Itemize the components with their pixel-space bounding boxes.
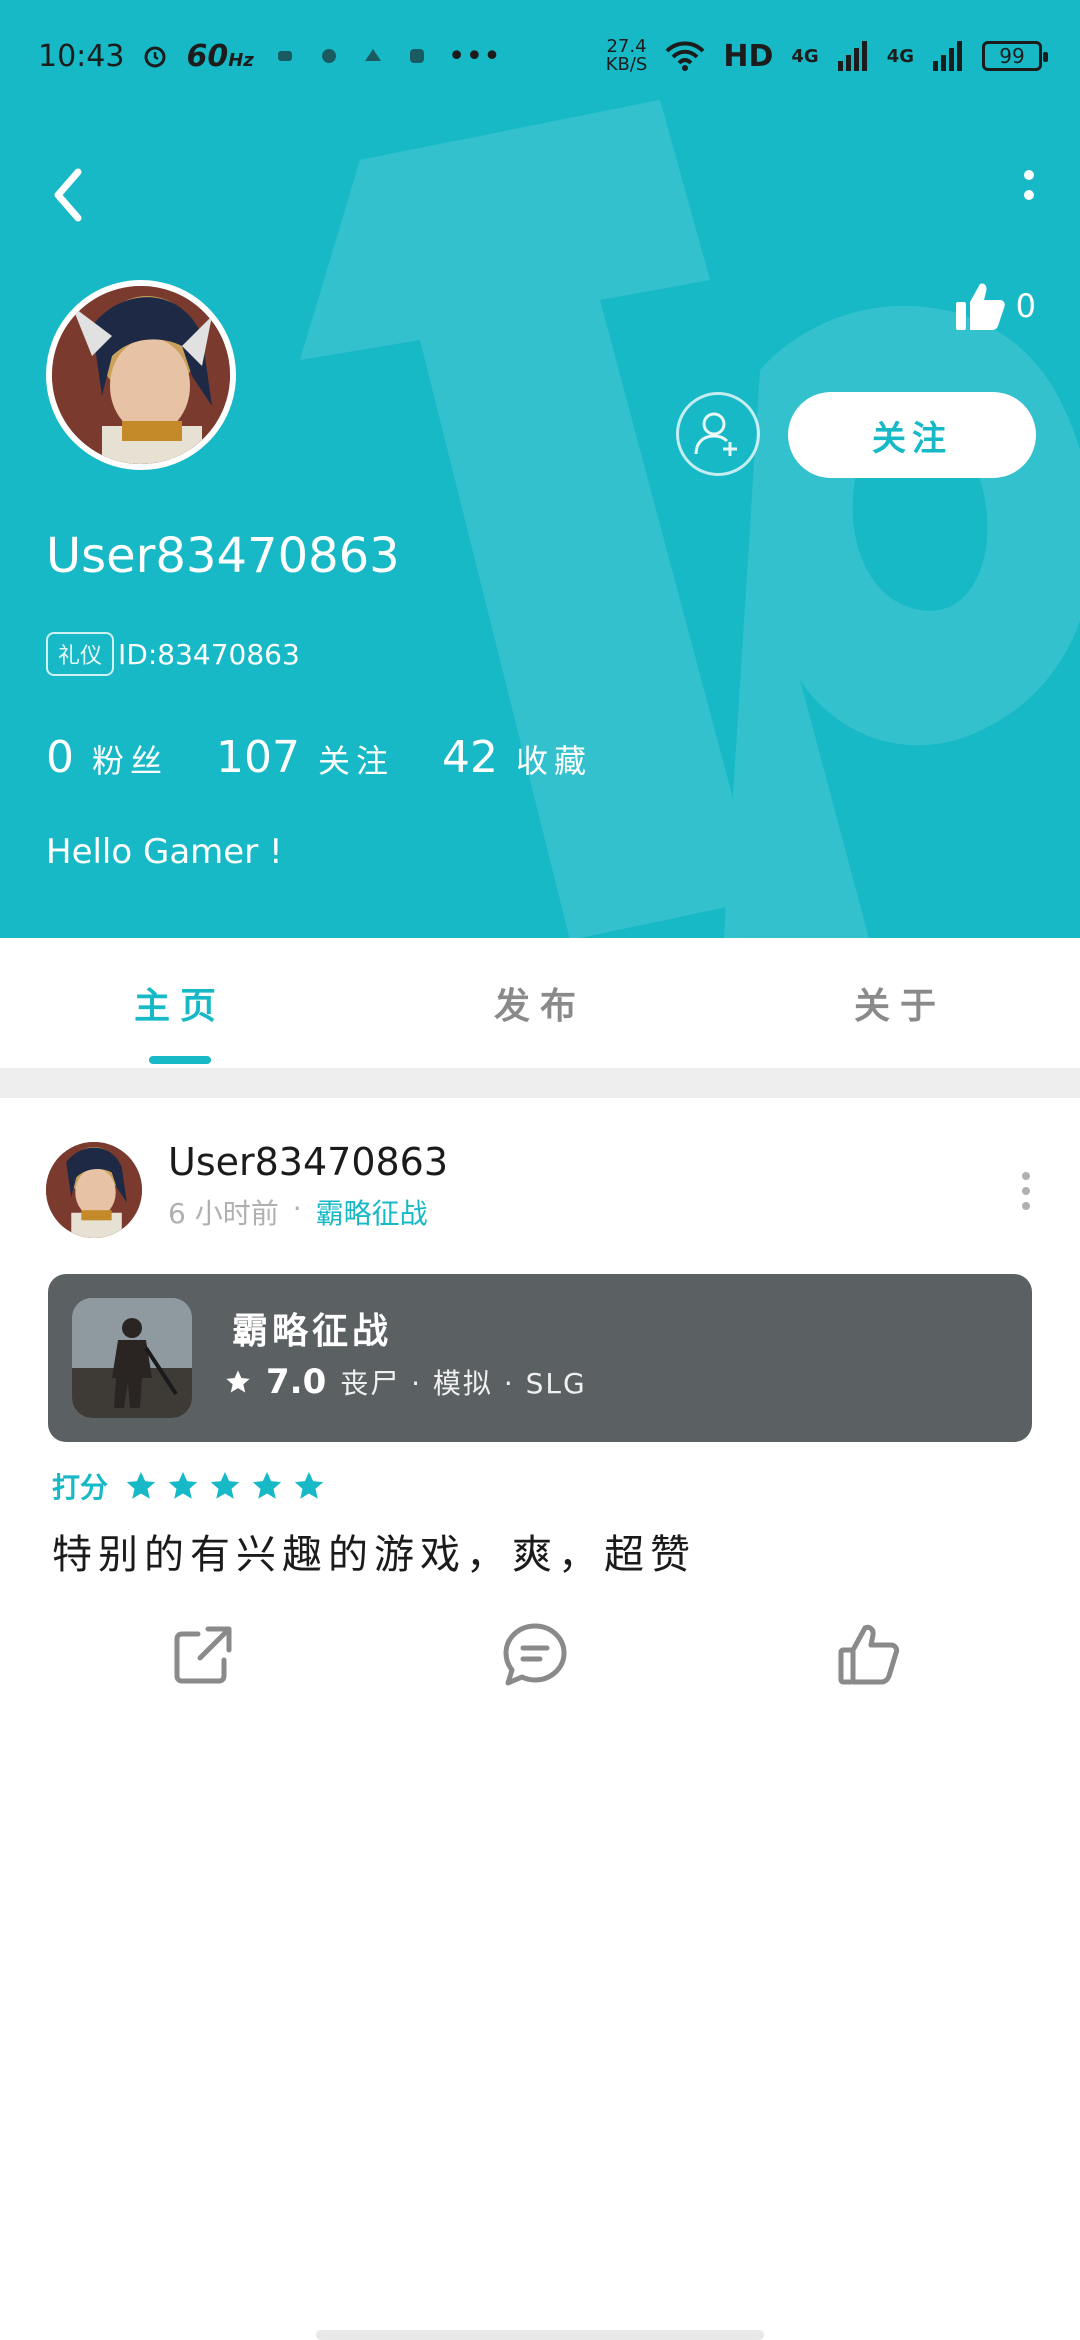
add-friend-button[interactable] [676,392,760,476]
game-score: 7.0 [266,1362,327,1402]
game-card[interactable]: 霸略征战 7.0 丧尸 · 模拟 · SLG [48,1274,1032,1442]
alarm-icon [144,46,166,68]
game-icon-image [72,1298,192,1418]
network-type: 4G [886,45,914,67]
game-info: 7.0 丧尸 · 模拟 · SLG [224,1362,587,1402]
stat-favorites[interactable]: 42 收藏 [442,732,592,783]
refresh-rate: 60 [186,38,229,74]
avatar[interactable] [46,1142,142,1238]
star-icon [168,1471,198,1499]
rating-stars [124,1469,326,1503]
status-time: 10:43 [38,38,125,74]
like-icon[interactable] [834,1620,904,1690]
like-count: 0 [1015,287,1036,325]
app-notification-icon [409,49,424,63]
star-icon [126,1471,156,1499]
more-vertical-icon[interactable] [1016,1166,1036,1216]
stat-label: 关注 [318,742,395,780]
profile-id-row: 礼仪 ID:83470863 [46,632,300,676]
post-game-link[interactable]: 霸略征战 [316,1192,428,1232]
user-id: ID:83470863 [118,637,300,671]
signal-icon [837,41,867,71]
avatar[interactable] [46,280,236,470]
profile-username: User83470863 [46,528,400,584]
stat-number: 42 [442,732,499,783]
meta-separator: · [292,1192,302,1225]
star-icon [294,1471,324,1499]
avatar-image [52,286,230,464]
add-user-icon [694,412,737,456]
stat-followers[interactable]: 0 粉丝 [46,732,168,783]
post-time: 6 小时前 [168,1197,279,1230]
post-actions [0,1620,1080,1700]
back-arrow-icon[interactable] [44,160,94,230]
network-speed: 27.4 KB/S [605,36,648,75]
status-bar: 10:43 60Hz ••• 27.4 KB/S HD 4G 4G 99 [38,28,1048,84]
stat-number: 0 [46,732,74,783]
stat-following[interactable]: 107 关注 [216,732,394,783]
wifi-icon [665,41,705,71]
app-notification-icon [364,49,381,61]
hd-indicator: HD [723,38,774,74]
signal-icon [933,41,962,71]
game-tags: 丧尸 · 模拟 · SLG [340,1367,587,1400]
app-notification-icon [277,51,292,61]
refresh-unit: Hz [228,49,254,71]
section-divider [0,1068,1080,1098]
profile-likes[interactable]: 0 [954,280,1036,332]
post-meta: 6 小时前 · 霸略征战 [168,1192,428,1232]
rating-label: 打分 [52,1471,109,1504]
more-vertical-icon[interactable] [1014,165,1044,225]
review-text: 特别的有兴趣的游戏，爽，超赞 [52,1532,696,1578]
tab-home[interactable]: 主页 [0,938,360,1068]
game-icon [72,1298,192,1418]
star-icon [226,1370,250,1393]
follow-button[interactable]: 关注 [788,392,1036,478]
stat-label: 收藏 [516,742,593,780]
post-username[interactable]: User83470863 [168,1140,448,1184]
tab-posts[interactable]: 发布 [360,938,720,1068]
watermark-logo [300,100,1080,938]
tab-about[interactable]: 关于 [720,938,1080,1068]
more-notifications: ••• [447,38,501,74]
profile-tabs: 主页 发布 关于 [0,938,1080,1068]
star-icon [210,1471,240,1499]
star-icon [252,1471,282,1499]
comment-icon[interactable] [500,1620,570,1690]
home-indicator [316,2330,764,2340]
avatar-image [46,1142,142,1238]
battery-icon: 99 [982,41,1048,71]
user-badge: 礼仪 [46,632,115,676]
app-notification-icon [321,49,336,63]
rating-row: 打分 [52,1466,326,1506]
thumbs-up-icon [955,283,1005,330]
share-icon[interactable] [168,1620,238,1690]
profile-bio: Hello Gamer ! [46,832,283,872]
stat-label: 粉丝 [92,742,169,780]
profile-header: 10:43 60Hz ••• 27.4 KB/S HD 4G 4G 99 0 关… [0,0,1080,938]
post-header: User83470863 6 小时前 · 霸略征战 [46,1140,1036,1238]
stat-number: 107 [216,732,300,783]
profile-stats: 0 粉丝 107 关注 42 收藏 [46,732,592,783]
game-title: 霸略征战 [232,1311,393,1352]
network-type: 4G [791,45,819,67]
